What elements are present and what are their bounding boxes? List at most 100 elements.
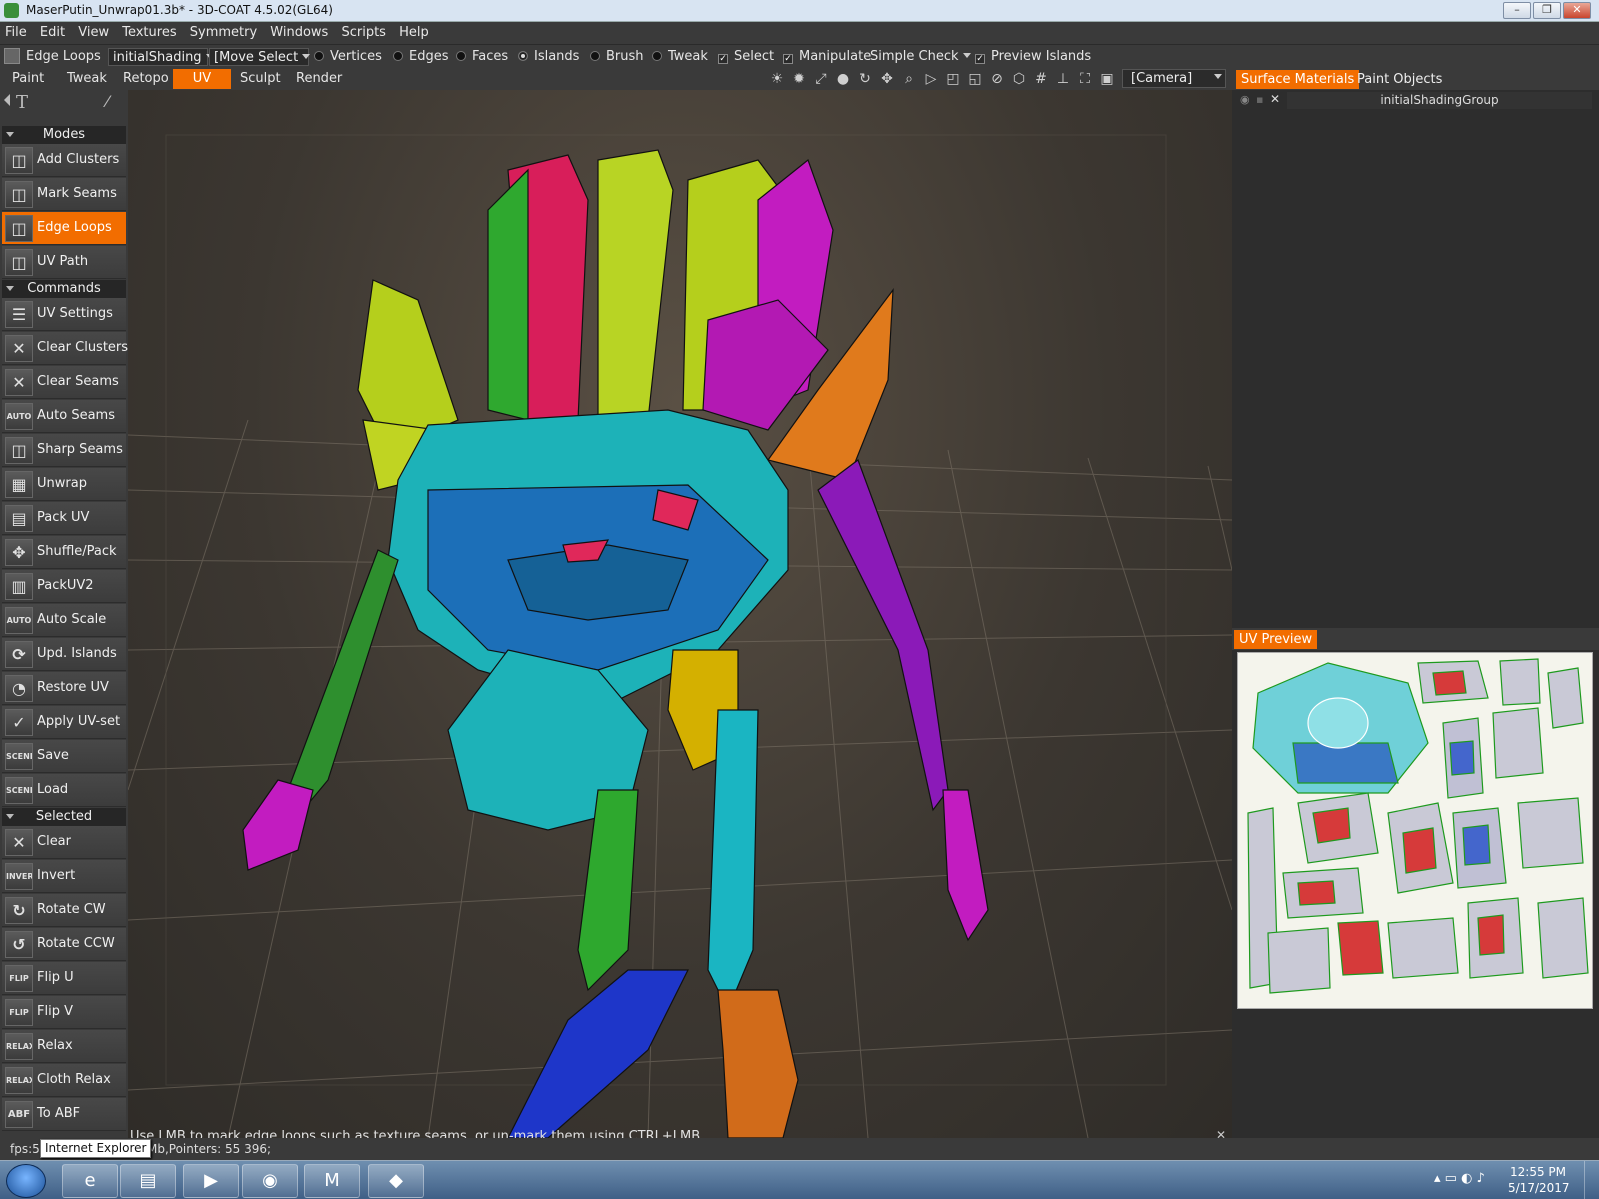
system-tray[interactable]: ▴ ▭ ◐ ♪	[1434, 1171, 1485, 1186]
vertices-radio[interactable]: Vertices	[314, 49, 382, 64]
play-icon[interactable]: ▷	[922, 70, 940, 88]
islands-radio[interactable]: Islands	[518, 49, 579, 64]
brush-radio[interactable]: Brush	[590, 49, 644, 64]
axis-icon[interactable]: ⊥	[1054, 70, 1072, 88]
camera-dropdown[interactable]: [Camera]	[1122, 69, 1226, 88]
manipulate-checkbox[interactable]: ✓ Manipulate	[783, 49, 871, 64]
close-icon[interactable]: ✕	[1270, 92, 1280, 106]
cmd-clear-seams[interactable]: ✕ Clear Seams	[2, 366, 126, 399]
cmd-save[interactable]: SCENE Save	[2, 740, 126, 773]
cmd-pack-uv[interactable]: ▤ Pack UV	[2, 502, 126, 535]
commands-header[interactable]: Commands	[2, 280, 126, 298]
3d-viewport[interactable]	[128, 90, 1232, 1138]
viewport-scene[interactable]	[128, 90, 1232, 1138]
file-explorer-icon[interactable]: ▤	[120, 1164, 176, 1198]
sel-flip-u[interactable]: FLIP U Flip U	[2, 962, 126, 995]
modes-header[interactable]: Modes	[2, 126, 126, 144]
maximize-button[interactable]: ❐	[1533, 2, 1561, 19]
chevron-down-icon[interactable]	[1214, 74, 1222, 79]
brush-icon[interactable]: ⁄	[106, 92, 109, 111]
cmd-load[interactable]: SCENE Load	[2, 774, 126, 807]
room-tab-paint[interactable]: Paint	[6, 69, 50, 89]
pen-icon[interactable]: ◱	[966, 70, 984, 88]
tab-surface-materials[interactable]: Surface Materials	[1236, 70, 1360, 89]
cmd-auto-scale[interactable]: AUTO Auto Scale	[2, 604, 126, 637]
menu-edit[interactable]: Edit	[35, 22, 69, 40]
collapse-left-icon[interactable]	[4, 94, 10, 106]
simple-check-dropdown[interactable]: Simple Check	[870, 49, 971, 64]
no-symbol-icon[interactable]: ⊘	[988, 70, 1006, 88]
menu-help[interactable]: Help	[394, 22, 433, 40]
minimize-button[interactable]: –	[1503, 2, 1531, 19]
selected-header[interactable]: Selected	[2, 808, 126, 826]
preview-islands-checkbox[interactable]: ✓ Preview Islands	[975, 49, 1091, 64]
cmd-sharp-seams[interactable]: ◫ Sharp Seams	[2, 434, 126, 467]
pan-view-icon[interactable]: ✥	[878, 70, 896, 88]
menu-symmetry[interactable]: Symmetry	[185, 22, 261, 40]
cmd-apply-uv-set[interactable]: ✓ Apply UV-set	[2, 706, 126, 739]
cmd-restore-uv[interactable]: ◔ Restore UV	[2, 672, 126, 705]
cmd-clear-clusters[interactable]: ✕ Clear Clusters	[2, 332, 128, 365]
media-player-icon[interactable]: ▶	[183, 1164, 239, 1198]
light-icon[interactable]: ✹	[790, 70, 808, 88]
cmd-packuv2[interactable]: ▥ PackUV2	[2, 570, 126, 603]
cmd-upd-islands[interactable]: ⟳ Upd. Islands	[2, 638, 126, 671]
uv-preview-canvas[interactable]	[1237, 652, 1593, 1009]
close-button[interactable]: ✕	[1563, 2, 1591, 19]
menu-scripts[interactable]: Scripts	[336, 22, 389, 40]
menu-windows[interactable]: Windows	[265, 22, 332, 40]
chrome-icon[interactable]: ◉	[242, 1164, 298, 1198]
internet-explorer-icon[interactable]: e	[62, 1164, 118, 1198]
sel-rotate-ccw[interactable]: ↺ Rotate CCW	[2, 928, 126, 961]
sel-cloth-relax[interactable]: RELAX Cloth Relax	[2, 1064, 126, 1097]
drop-icon[interactable]: ●	[834, 70, 852, 88]
sel-clear[interactable]: ✕ Clear	[2, 826, 126, 859]
room-tab-render[interactable]: Render	[290, 69, 348, 89]
tool-add-clusters[interactable]: ◫ Add Clusters	[2, 144, 126, 177]
menu-textures[interactable]: Textures	[117, 22, 180, 40]
room-tab-sculpt[interactable]: Sculpt	[234, 69, 287, 89]
material-name[interactable]: initialShadingGroup	[1287, 92, 1592, 109]
menu-file[interactable]: File	[0, 22, 31, 40]
start-button[interactable]	[6, 1164, 46, 1198]
room-tab-tweak[interactable]: Tweak	[61, 69, 113, 89]
tool-uv-path[interactable]: ◫ UV Path	[2, 246, 126, 279]
cmd-auto-seams[interactable]: AUTO Auto Seams	[2, 400, 126, 433]
tab-paint-objects[interactable]: Paint Objects	[1352, 70, 1447, 89]
move-select-dropdown[interactable]: [Move Select	[209, 48, 311, 66]
sel-to-abf[interactable]: ABF To ABF	[2, 1098, 126, 1131]
zoom-view-icon[interactable]: ⌕	[900, 70, 918, 88]
select-checkbox[interactable]: ✓ Select	[718, 49, 774, 64]
sel-flip-v[interactable]: FLIP V Flip V	[2, 996, 126, 1029]
faces-radio[interactable]: Faces	[456, 49, 508, 64]
rotate-view-icon[interactable]: ↻	[856, 70, 874, 88]
cmd-shuffle-pack[interactable]: ✥ Shuffle/Pack	[2, 536, 126, 569]
tweak-radio[interactable]: Tweak	[652, 49, 708, 64]
show-desktop-button[interactable]	[1584, 1161, 1599, 1199]
cmd-uv-settings[interactable]: ☰ UV Settings	[2, 298, 126, 331]
sel-relax[interactable]: RELAX Relax	[2, 1030, 126, 1063]
edges-radio[interactable]: Edges	[393, 49, 449, 64]
sel-invert[interactable]: INVERT Invert	[2, 860, 126, 893]
sun-icon[interactable]: ☀	[768, 70, 786, 88]
lock-icon[interactable]: ▪	[1256, 93, 1263, 106]
fullscreen-icon[interactable]: ⛶	[1076, 70, 1094, 88]
shading-group-dropdown[interactable]: initialShading	[108, 48, 214, 66]
3dcoat-icon[interactable]: ◆	[368, 1164, 424, 1198]
clock[interactable]: 12:55 PM 5/17/2017	[1508, 1164, 1570, 1196]
scale-arrow-icon[interactable]: ⤢	[812, 70, 830, 88]
eye-icon[interactable]: ◉	[1240, 93, 1250, 106]
cmd-unwrap[interactable]: ▦ Unwrap	[2, 468, 126, 501]
tool-mark-seams[interactable]: ◫ Mark Seams	[2, 178, 126, 211]
sel-rotate-cw[interactable]: ↻ Rotate CW	[2, 894, 126, 927]
cube-icon[interactable]: ⬡	[1010, 70, 1028, 88]
maya-icon[interactable]: M	[304, 1164, 360, 1198]
room-tab-retopo[interactable]: Retopo	[117, 69, 175, 89]
screenshot-icon[interactable]: ▣	[1098, 70, 1116, 88]
grid-icon[interactable]: #	[1032, 70, 1050, 88]
menu-view[interactable]: View	[73, 22, 113, 40]
tool-edge-loops[interactable]: ◫ Edge Loops	[2, 212, 126, 245]
tab-uv-preview[interactable]: UV Preview	[1234, 630, 1318, 649]
fit-all-icon[interactable]: ◰	[944, 70, 962, 88]
material-row[interactable]: ◉ ▪ ✕ initialShadingGroup	[1232, 92, 1599, 110]
